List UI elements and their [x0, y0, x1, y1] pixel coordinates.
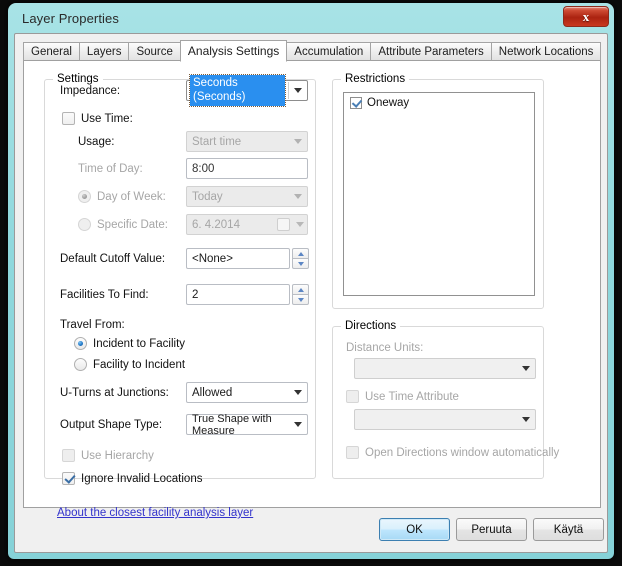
stepper-down-icon[interactable]: [292, 294, 309, 305]
ok-button[interactable]: OK: [379, 518, 450, 541]
chevron-down-icon: [288, 82, 306, 99]
time-attribute-combo[interactable]: [354, 409, 536, 430]
dialog-window: Layer Properties x General Layers Source…: [8, 3, 614, 559]
cancel-button[interactable]: Peruuta: [456, 518, 527, 541]
tab-general[interactable]: General: [23, 42, 80, 61]
day-of-week-combo[interactable]: Today: [186, 186, 308, 207]
use-time-attribute-label: Use Time Attribute: [365, 390, 459, 403]
restrictions-list[interactable]: Oneway: [343, 92, 535, 296]
default-cutoff-stepper[interactable]: [292, 248, 309, 269]
output-shape-type-combo[interactable]: True Shape with Measure: [186, 412, 308, 437]
day-of-week-label: Day of Week:: [97, 190, 166, 203]
time-of-day-value: 8:00: [192, 162, 215, 175]
incident-to-facility-radio[interactable]: Incident to Facility: [74, 337, 185, 350]
day-of-week-radio[interactable]: Day of Week:: [78, 190, 166, 203]
stepper-up-icon[interactable]: [292, 284, 309, 294]
specific-date-input[interactable]: 6. 4.2014: [186, 214, 308, 235]
checkbox-box: [346, 390, 359, 403]
restriction-label: Oneway: [367, 97, 410, 109]
calendar-icon: [277, 218, 290, 231]
close-icon-glyph: x: [582, 9, 590, 24]
dialog-client-area: General Layers Source Analysis Settings …: [14, 33, 608, 553]
facilities-to-find-input[interactable]: 2: [186, 284, 290, 305]
radio-dot: [78, 190, 91, 203]
tab-accumulation[interactable]: Accumulation: [286, 42, 372, 61]
chevron-down-icon: [289, 132, 307, 151]
tab-analysis-settings[interactable]: Analysis Settings: [179, 40, 288, 62]
default-cutoff-value: <None>: [192, 252, 233, 265]
settings-group-legend: Settings: [53, 73, 103, 85]
use-time-attribute-checkbox[interactable]: Use Time Attribute: [346, 390, 459, 403]
chevron-down-icon: [296, 215, 304, 234]
usage-combo[interactable]: Start time: [186, 131, 308, 152]
chevron-down-icon: [517, 359, 535, 378]
distance-units-combo[interactable]: [354, 358, 536, 379]
default-cutoff-label: Default Cutoff Value:: [60, 253, 166, 265]
output-shape-type-value: True Shape with Measure: [192, 412, 272, 437]
travel-from-label: Travel From:: [60, 319, 125, 331]
chevron-down-icon: [289, 415, 307, 434]
window-title: Layer Properties: [22, 11, 119, 26]
restrictions-group-legend: Restrictions: [341, 73, 410, 85]
facility-to-incident-label: Facility to Incident: [93, 358, 186, 371]
stepper-up-icon[interactable]: [292, 248, 309, 258]
default-cutoff-input[interactable]: <None>: [186, 248, 290, 269]
tab-source[interactable]: Source: [128, 42, 181, 61]
facilities-to-find-label: Facilities To Find:: [60, 289, 149, 301]
usage-label: Usage:: [78, 136, 115, 148]
chevron-down-icon: [289, 187, 307, 206]
time-of-day-input[interactable]: 8:00: [186, 158, 308, 179]
specific-date-value: 6. 4.2014: [192, 218, 240, 231]
directions-group-legend: Directions: [341, 320, 401, 332]
checkbox-box: [62, 112, 75, 125]
open-directions-checkbox[interactable]: Open Directions window automatically: [346, 446, 559, 459]
checkbox-box: [62, 472, 75, 485]
day-of-week-value: Today: [192, 190, 223, 203]
tab-network-locations[interactable]: Network Locations: [490, 42, 602, 61]
tab-attribute-parameters[interactable]: Attribute Parameters: [370, 42, 492, 61]
chevron-down-icon: [517, 410, 535, 429]
tab-strip: General Layers Source Analysis Settings …: [23, 40, 602, 62]
facilities-to-find-stepper[interactable]: [292, 284, 309, 305]
impedance-label: Impedance:: [60, 85, 121, 97]
facility-to-incident-radio[interactable]: Facility to Incident: [74, 358, 185, 371]
radio-dot: [74, 358, 87, 371]
use-hierarchy-checkbox[interactable]: Use Hierarchy: [62, 449, 154, 462]
uturns-label: U-Turns at Junctions:: [60, 387, 169, 399]
open-directions-label: Open Directions window automatically: [365, 446, 560, 459]
tab-layers[interactable]: Layers: [78, 42, 130, 61]
specific-date-radio[interactable]: Specific Date:: [78, 218, 168, 231]
facilities-to-find-value: 2: [192, 288, 199, 301]
radio-dot: [74, 337, 87, 350]
close-icon[interactable]: x: [563, 6, 609, 27]
uturns-value: Allowed: [192, 386, 233, 399]
impedance-value: Seconds (Seconds): [189, 74, 286, 107]
title-bar: Layer Properties x: [8, 3, 614, 36]
usage-value: Start time: [192, 135, 242, 148]
radio-dot: [78, 218, 91, 231]
specific-date-label: Specific Date:: [97, 218, 168, 231]
ignore-invalid-locations-label: Ignore Invalid Locations: [81, 472, 203, 485]
apply-button[interactable]: Käytä: [533, 518, 604, 541]
chevron-down-icon: [289, 383, 307, 402]
use-hierarchy-label: Use Hierarchy: [81, 449, 154, 462]
ignore-invalid-locations-checkbox[interactable]: Ignore Invalid Locations: [62, 472, 202, 485]
list-item[interactable]: Oneway: [344, 93, 534, 109]
about-analysis-layer-link[interactable]: About the closest facility analysis laye…: [57, 507, 253, 519]
use-time-checkbox[interactable]: Use Time:: [62, 112, 133, 125]
incident-to-facility-label: Incident to Facility: [93, 337, 186, 350]
use-time-label: Use Time:: [81, 112, 133, 125]
distance-units-label: Distance Units:: [346, 342, 424, 354]
checkbox-box: [62, 449, 75, 462]
output-shape-type-label: Output Shape Type:: [60, 419, 163, 431]
checkbox-box: [346, 446, 359, 459]
impedance-combo[interactable]: Seconds (Seconds): [186, 74, 308, 107]
uturns-combo[interactable]: Allowed: [186, 382, 308, 403]
checkbox-box: [350, 97, 362, 109]
stepper-down-icon[interactable]: [292, 258, 309, 269]
time-of-day-label: Time of Day:: [78, 163, 143, 175]
restrictions-group: Restrictions Oneway: [332, 73, 544, 309]
tab-page-analysis-settings: Settings Impedance: Seconds (Seconds) Us…: [23, 61, 601, 508]
